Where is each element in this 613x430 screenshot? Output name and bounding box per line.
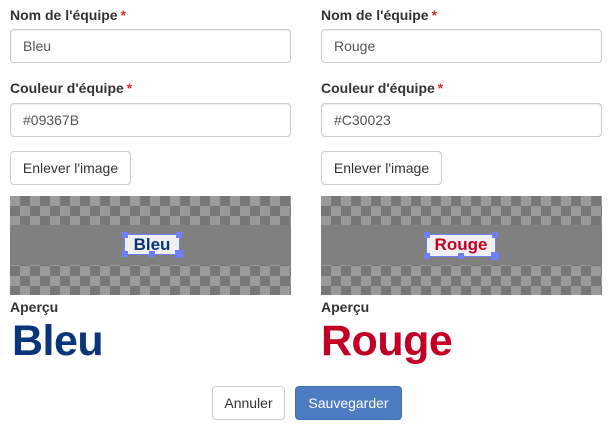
- crop-handle-bottom-middle[interactable]: [149, 251, 155, 257]
- team-color-input[interactable]: [10, 103, 291, 137]
- remove-image-button[interactable]: Enlever l'image: [321, 151, 442, 185]
- team-color-label-text: Couleur d'équipe: [10, 80, 124, 96]
- team-name-input[interactable]: [10, 29, 291, 63]
- remove-image-button[interactable]: Enlever l'image: [10, 151, 131, 185]
- preview-label: Aperçu: [10, 299, 59, 315]
- image-crop-editor[interactable]: Bleu: [10, 196, 291, 295]
- team-color-input[interactable]: [321, 103, 602, 137]
- team-name-label-text: Nom de l'équipe: [10, 7, 118, 23]
- crop-selection[interactable]: Rouge: [424, 232, 499, 260]
- crop-handle-top-right[interactable]: [492, 232, 498, 238]
- crop-handle-bottom-left[interactable]: [122, 251, 128, 257]
- preview-logo: Rouge: [321, 317, 453, 365]
- preview-label: Aperçu: [321, 299, 370, 315]
- crop-handle-bottom-left[interactable]: [424, 253, 430, 259]
- team-name-label-text: Nom de l'équipe: [321, 7, 429, 23]
- required-marker: *: [437, 80, 444, 96]
- cancel-button[interactable]: Annuler: [212, 386, 285, 420]
- crop-handle-top-left[interactable]: [122, 232, 128, 238]
- required-marker: *: [126, 80, 133, 96]
- crop-handle-bottom-right[interactable]: [175, 250, 183, 258]
- team-color-label: Couleur d'équipe *: [10, 79, 132, 97]
- crop-handle-bottom-right[interactable]: [491, 252, 499, 260]
- required-marker: *: [431, 7, 438, 23]
- crop-handle-top-left[interactable]: [424, 232, 430, 238]
- team-name-label: Nom de l'équipe *: [321, 6, 437, 24]
- team-name-input[interactable]: [321, 29, 602, 63]
- required-marker: *: [120, 7, 127, 23]
- team-color-label-text: Couleur d'équipe: [321, 80, 435, 96]
- team-name-label: Nom de l'équipe *: [10, 6, 126, 24]
- image-crop-editor[interactable]: Rouge: [321, 196, 602, 295]
- preview-logo: Bleu: [12, 317, 104, 365]
- crop-handle-bottom-middle[interactable]: [458, 253, 464, 259]
- crop-selection[interactable]: Bleu: [122, 232, 183, 258]
- crop-image-text: Rouge: [434, 235, 488, 254]
- save-button[interactable]: Sauvegarder: [295, 386, 402, 420]
- crop-handle-top-right[interactable]: [176, 232, 182, 238]
- team-color-label: Couleur d'équipe *: [321, 79, 443, 97]
